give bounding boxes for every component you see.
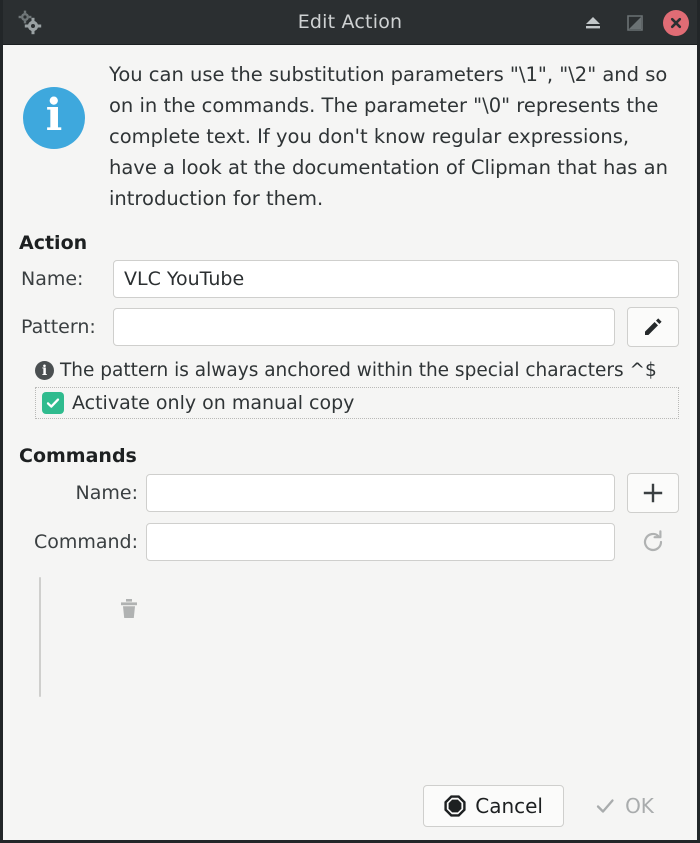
window-controls xyxy=(579,0,689,45)
commands-section-heading: Commands xyxy=(19,445,137,467)
command-name-input[interactable] xyxy=(146,474,615,512)
shade-icon[interactable] xyxy=(579,9,607,37)
delete-command-button[interactable] xyxy=(103,589,155,629)
restore-icon[interactable] xyxy=(621,9,649,37)
close-icon[interactable] xyxy=(663,9,689,36)
ok-button[interactable]: OK xyxy=(572,785,676,827)
info-text: You can use the substitution parameters … xyxy=(109,63,668,210)
cancel-button-label: Cancel xyxy=(475,793,543,818)
command-command-input[interactable] xyxy=(146,523,615,561)
manual-copy-checkbox-label: Activate only on manual copy xyxy=(72,392,355,414)
action-section-heading: Action xyxy=(19,232,88,254)
action-pattern-input[interactable] xyxy=(113,308,615,346)
add-command-button[interactable] xyxy=(627,473,679,513)
edit-action-dialog: Edit Action i You can use the substituti… xyxy=(0,0,700,843)
manual-copy-checkbox-row[interactable]: Activate only on manual copy xyxy=(35,387,679,419)
commands-listbox[interactable] xyxy=(39,577,41,697)
gears-icon xyxy=(15,7,45,37)
check-icon xyxy=(594,795,616,817)
pencil-icon xyxy=(641,315,665,339)
action-pattern-label: Pattern: xyxy=(21,316,96,338)
cancel-button[interactable]: Cancel xyxy=(423,784,564,827)
command-name-label: Name: xyxy=(75,482,138,504)
command-command-row: Command: xyxy=(3,522,697,562)
refresh-icon xyxy=(640,529,666,555)
dialog-content: i You can use the substitution parameter… xyxy=(3,45,697,697)
action-name-input[interactable] xyxy=(113,260,679,298)
trash-icon xyxy=(116,596,142,622)
manual-copy-checkbox[interactable] xyxy=(42,392,64,414)
pattern-hint-row: i The pattern is always anchored within … xyxy=(3,356,697,383)
action-pattern-row: Pattern: xyxy=(3,307,697,347)
command-name-row: Name: xyxy=(3,473,697,513)
info-small-icon: i xyxy=(35,361,54,380)
refresh-command-button[interactable] xyxy=(627,522,679,562)
titlebar: Edit Action xyxy=(3,0,697,45)
pattern-hint-text: The pattern is always anchored within th… xyxy=(60,360,657,381)
action-name-row: Name: xyxy=(3,260,697,298)
info-banner: i You can use the substitution parameter… xyxy=(3,45,697,220)
dialog-footer: Cancel OK xyxy=(6,774,694,837)
ok-button-label: OK xyxy=(625,793,654,818)
commands-list-area xyxy=(3,571,697,697)
plus-icon xyxy=(641,481,665,505)
pattern-edit-button[interactable] xyxy=(627,307,679,347)
info-glyph: i xyxy=(45,90,63,141)
info-circle-icon: i xyxy=(23,87,85,149)
command-command-label: Command: xyxy=(33,531,138,553)
stop-octagon-icon xyxy=(444,794,466,817)
action-name-label: Name: xyxy=(21,268,84,290)
